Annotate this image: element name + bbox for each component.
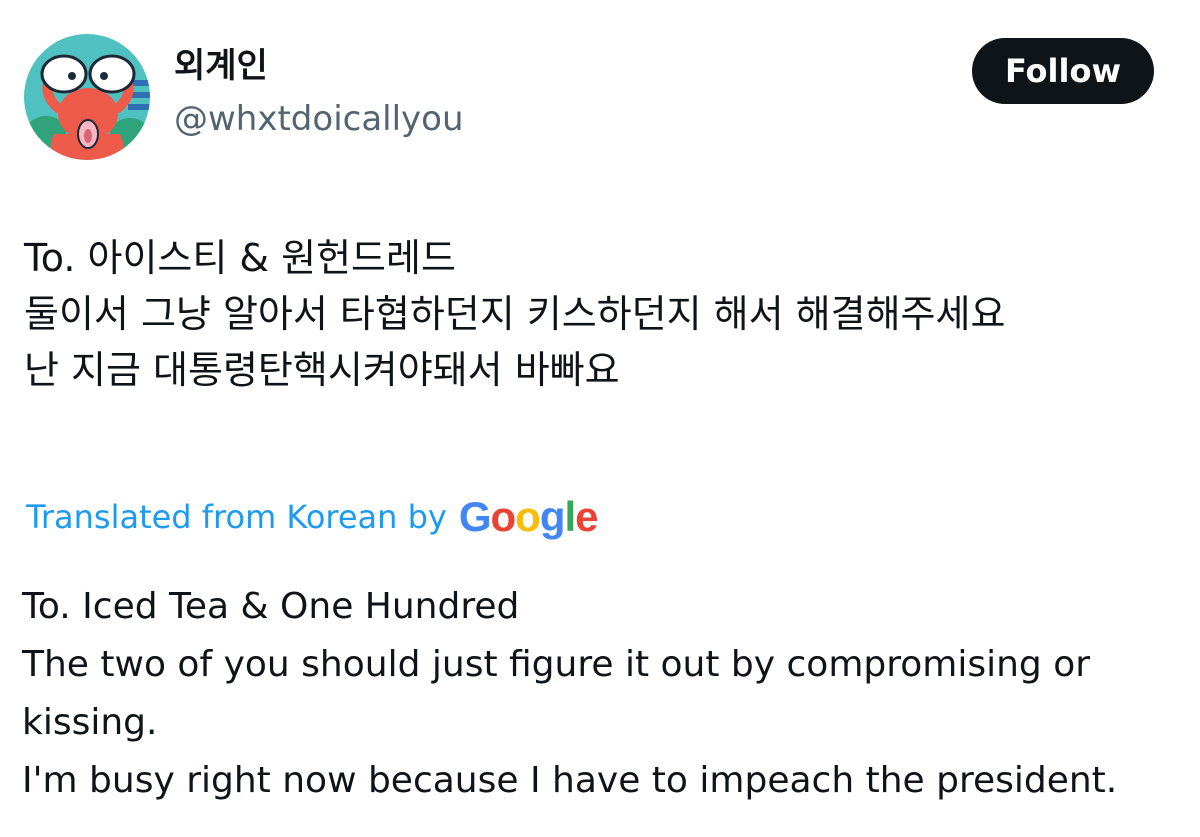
google-logo: Google [458,493,599,540]
translated-from-label: Translated from Korean by [26,498,447,536]
user-names: 외계인 @whxtdoicallyou [174,44,464,142]
tweet-translation-text: To. Iced Tea & One Hundred The two of yo… [22,578,1170,810]
original-line: 난 지금 대통령탄핵시켜야돼서 바빠요 [24,348,620,392]
follow-button[interactable]: Follow [972,38,1154,104]
translation-attribution[interactable]: Translated from Korean by Google [26,490,599,544]
avatar[interactable] [24,34,150,160]
original-line: 둘이서 그냥 알아서 타협하던지 키스하던지 해서 해결해주세요 [24,292,1006,336]
tweet-header: 외계인 @whxtdoicallyou Follow [24,34,1154,160]
translation-line: To. Iced Tea & One Hundred [22,586,520,627]
translation-line: The two of you should just figure it out… [22,644,1091,685]
original-line: To. 아이스티 & 원헌드레드 [24,236,456,280]
tweet-card: 외계인 @whxtdoicallyou Follow To. 아이스티 & 원헌… [0,0,1200,837]
translation-line: kissing. [22,702,158,743]
translation-line: I'm busy right now because I have to imp… [22,760,1118,801]
user-handle[interactable]: @whxtdoicallyou [174,96,464,142]
octopus-avatar-icon [24,34,150,160]
display-name[interactable]: 외계인 [174,44,464,88]
tweet-original-text: To. 아이스티 & 원헌드레드 둘이서 그냥 알아서 타협하던지 키스하던지 … [24,230,1180,398]
